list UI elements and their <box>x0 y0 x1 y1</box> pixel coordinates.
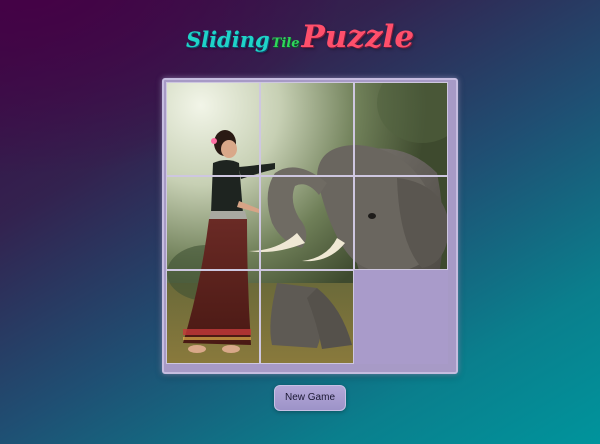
puzzle-tile[interactable] <box>354 82 448 176</box>
game-title: Sliding TilePuzzle <box>0 22 600 53</box>
title-sliding: Sliding <box>185 27 270 52</box>
puzzle-tile[interactable] <box>260 176 354 270</box>
puzzle-tile[interactable] <box>260 270 354 364</box>
title-puzzle: Puzzle <box>301 19 415 55</box>
puzzle-tile[interactable] <box>166 270 260 364</box>
puzzle-tile[interactable] <box>166 176 260 270</box>
puzzle-tile[interactable] <box>166 82 260 176</box>
new-game-button[interactable]: New Game <box>274 385 346 411</box>
puzzle-tile[interactable] <box>354 176 448 270</box>
empty-slot <box>354 270 448 364</box>
puzzle-board <box>162 78 458 374</box>
title-tile: Tile <box>271 36 300 51</box>
puzzle-tile[interactable] <box>260 82 354 176</box>
